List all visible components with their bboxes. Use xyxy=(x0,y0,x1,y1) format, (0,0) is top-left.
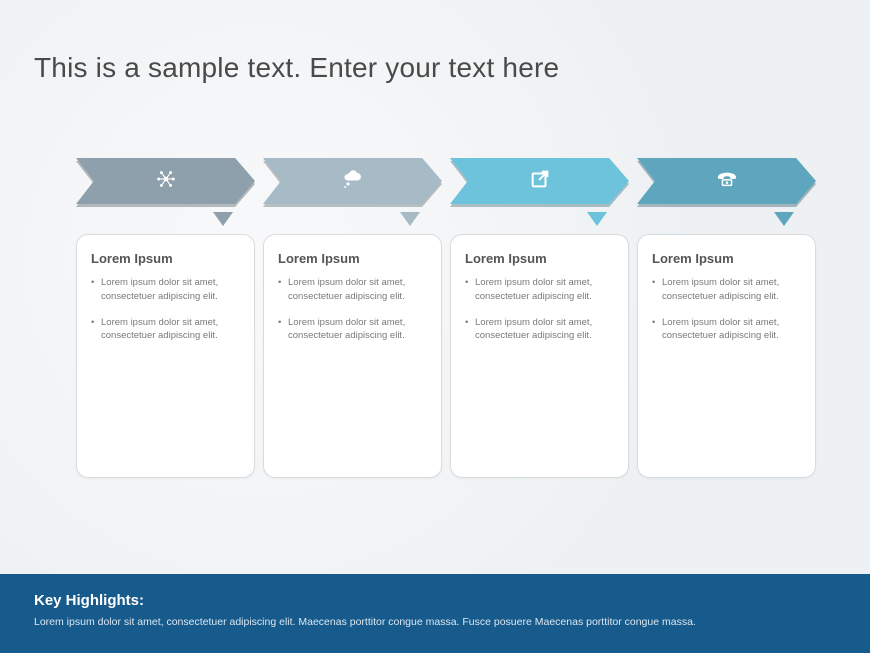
footer-heading: Key Highlights: xyxy=(34,592,836,609)
step-1-bullets: Lorem ipsum dolor sit amet, consectetuer… xyxy=(91,276,240,343)
step-1-pointer xyxy=(213,212,233,226)
list-item: Lorem ipsum dolor sit amet, consectetuer… xyxy=(465,316,614,344)
list-item: Lorem ipsum dolor sit amet, consectetuer… xyxy=(652,276,801,304)
step-3-bullets: Lorem ipsum dolor sit amet, consectetuer… xyxy=(465,276,614,343)
step-4-bullets: Lorem ipsum dolor sit amet, consectetuer… xyxy=(652,276,801,343)
step-3-card: Lorem Ipsum Lorem ipsum dolor sit amet, … xyxy=(450,234,629,478)
list-item: Lorem ipsum dolor sit amet, consectetuer… xyxy=(91,276,240,304)
step-4-heading: Lorem Ipsum xyxy=(652,251,801,266)
step-2-card: Lorem Ipsum Lorem ipsum dolor sit amet, … xyxy=(263,234,442,478)
phone-icon xyxy=(716,170,738,193)
step-4-card: Lorem Ipsum Lorem ipsum dolor sit amet, … xyxy=(637,234,816,478)
list-item: Lorem ipsum dolor sit amet, consectetuer… xyxy=(652,316,801,344)
step-3: Lorem Ipsum Lorem ipsum dolor sit amet, … xyxy=(450,158,629,478)
step-2-heading: Lorem Ipsum xyxy=(278,251,427,266)
step-1-card: Lorem Ipsum Lorem ipsum dolor sit amet, … xyxy=(76,234,255,478)
list-item: Lorem ipsum dolor sit amet, consectetuer… xyxy=(91,316,240,344)
step-2: Lorem Ipsum Lorem ipsum dolor sit amet, … xyxy=(263,158,442,478)
share-icon xyxy=(529,168,551,195)
step-4-arrow xyxy=(637,158,816,204)
step-1-heading: Lorem Ipsum xyxy=(91,251,240,266)
step-1: Lorem Ipsum Lorem ipsum dolor sit amet, … xyxy=(76,158,255,478)
list-item: Lorem ipsum dolor sit amet, consectetuer… xyxy=(278,316,427,344)
step-2-bullets: Lorem ipsum dolor sit amet, consectetuer… xyxy=(278,276,427,343)
step-2-arrow xyxy=(263,158,442,204)
slide: This is a sample text. Enter your text h… xyxy=(0,0,870,653)
step-1-arrow xyxy=(76,158,255,204)
thought-cloud-icon xyxy=(341,169,365,194)
step-3-pointer xyxy=(587,212,607,226)
list-item: Lorem ipsum dolor sit amet, consectetuer… xyxy=(278,276,427,304)
step-4: Lorem Ipsum Lorem ipsum dolor sit amet, … xyxy=(637,158,816,478)
step-3-heading: Lorem Ipsum xyxy=(465,251,614,266)
step-4-pointer xyxy=(774,212,794,226)
footer-body: Lorem ipsum dolor sit amet, consectetuer… xyxy=(34,615,836,631)
footer-panel: Key Highlights: Lorem ipsum dolor sit am… xyxy=(0,574,870,653)
slide-title: This is a sample text. Enter your text h… xyxy=(34,52,559,84)
list-item: Lorem ipsum dolor sit amet, consectetuer… xyxy=(465,276,614,304)
step-3-arrow xyxy=(450,158,629,204)
step-2-pointer xyxy=(400,212,420,226)
network-icon xyxy=(155,168,177,195)
process-steps: Lorem Ipsum Lorem ipsum dolor sit amet, … xyxy=(76,158,816,478)
